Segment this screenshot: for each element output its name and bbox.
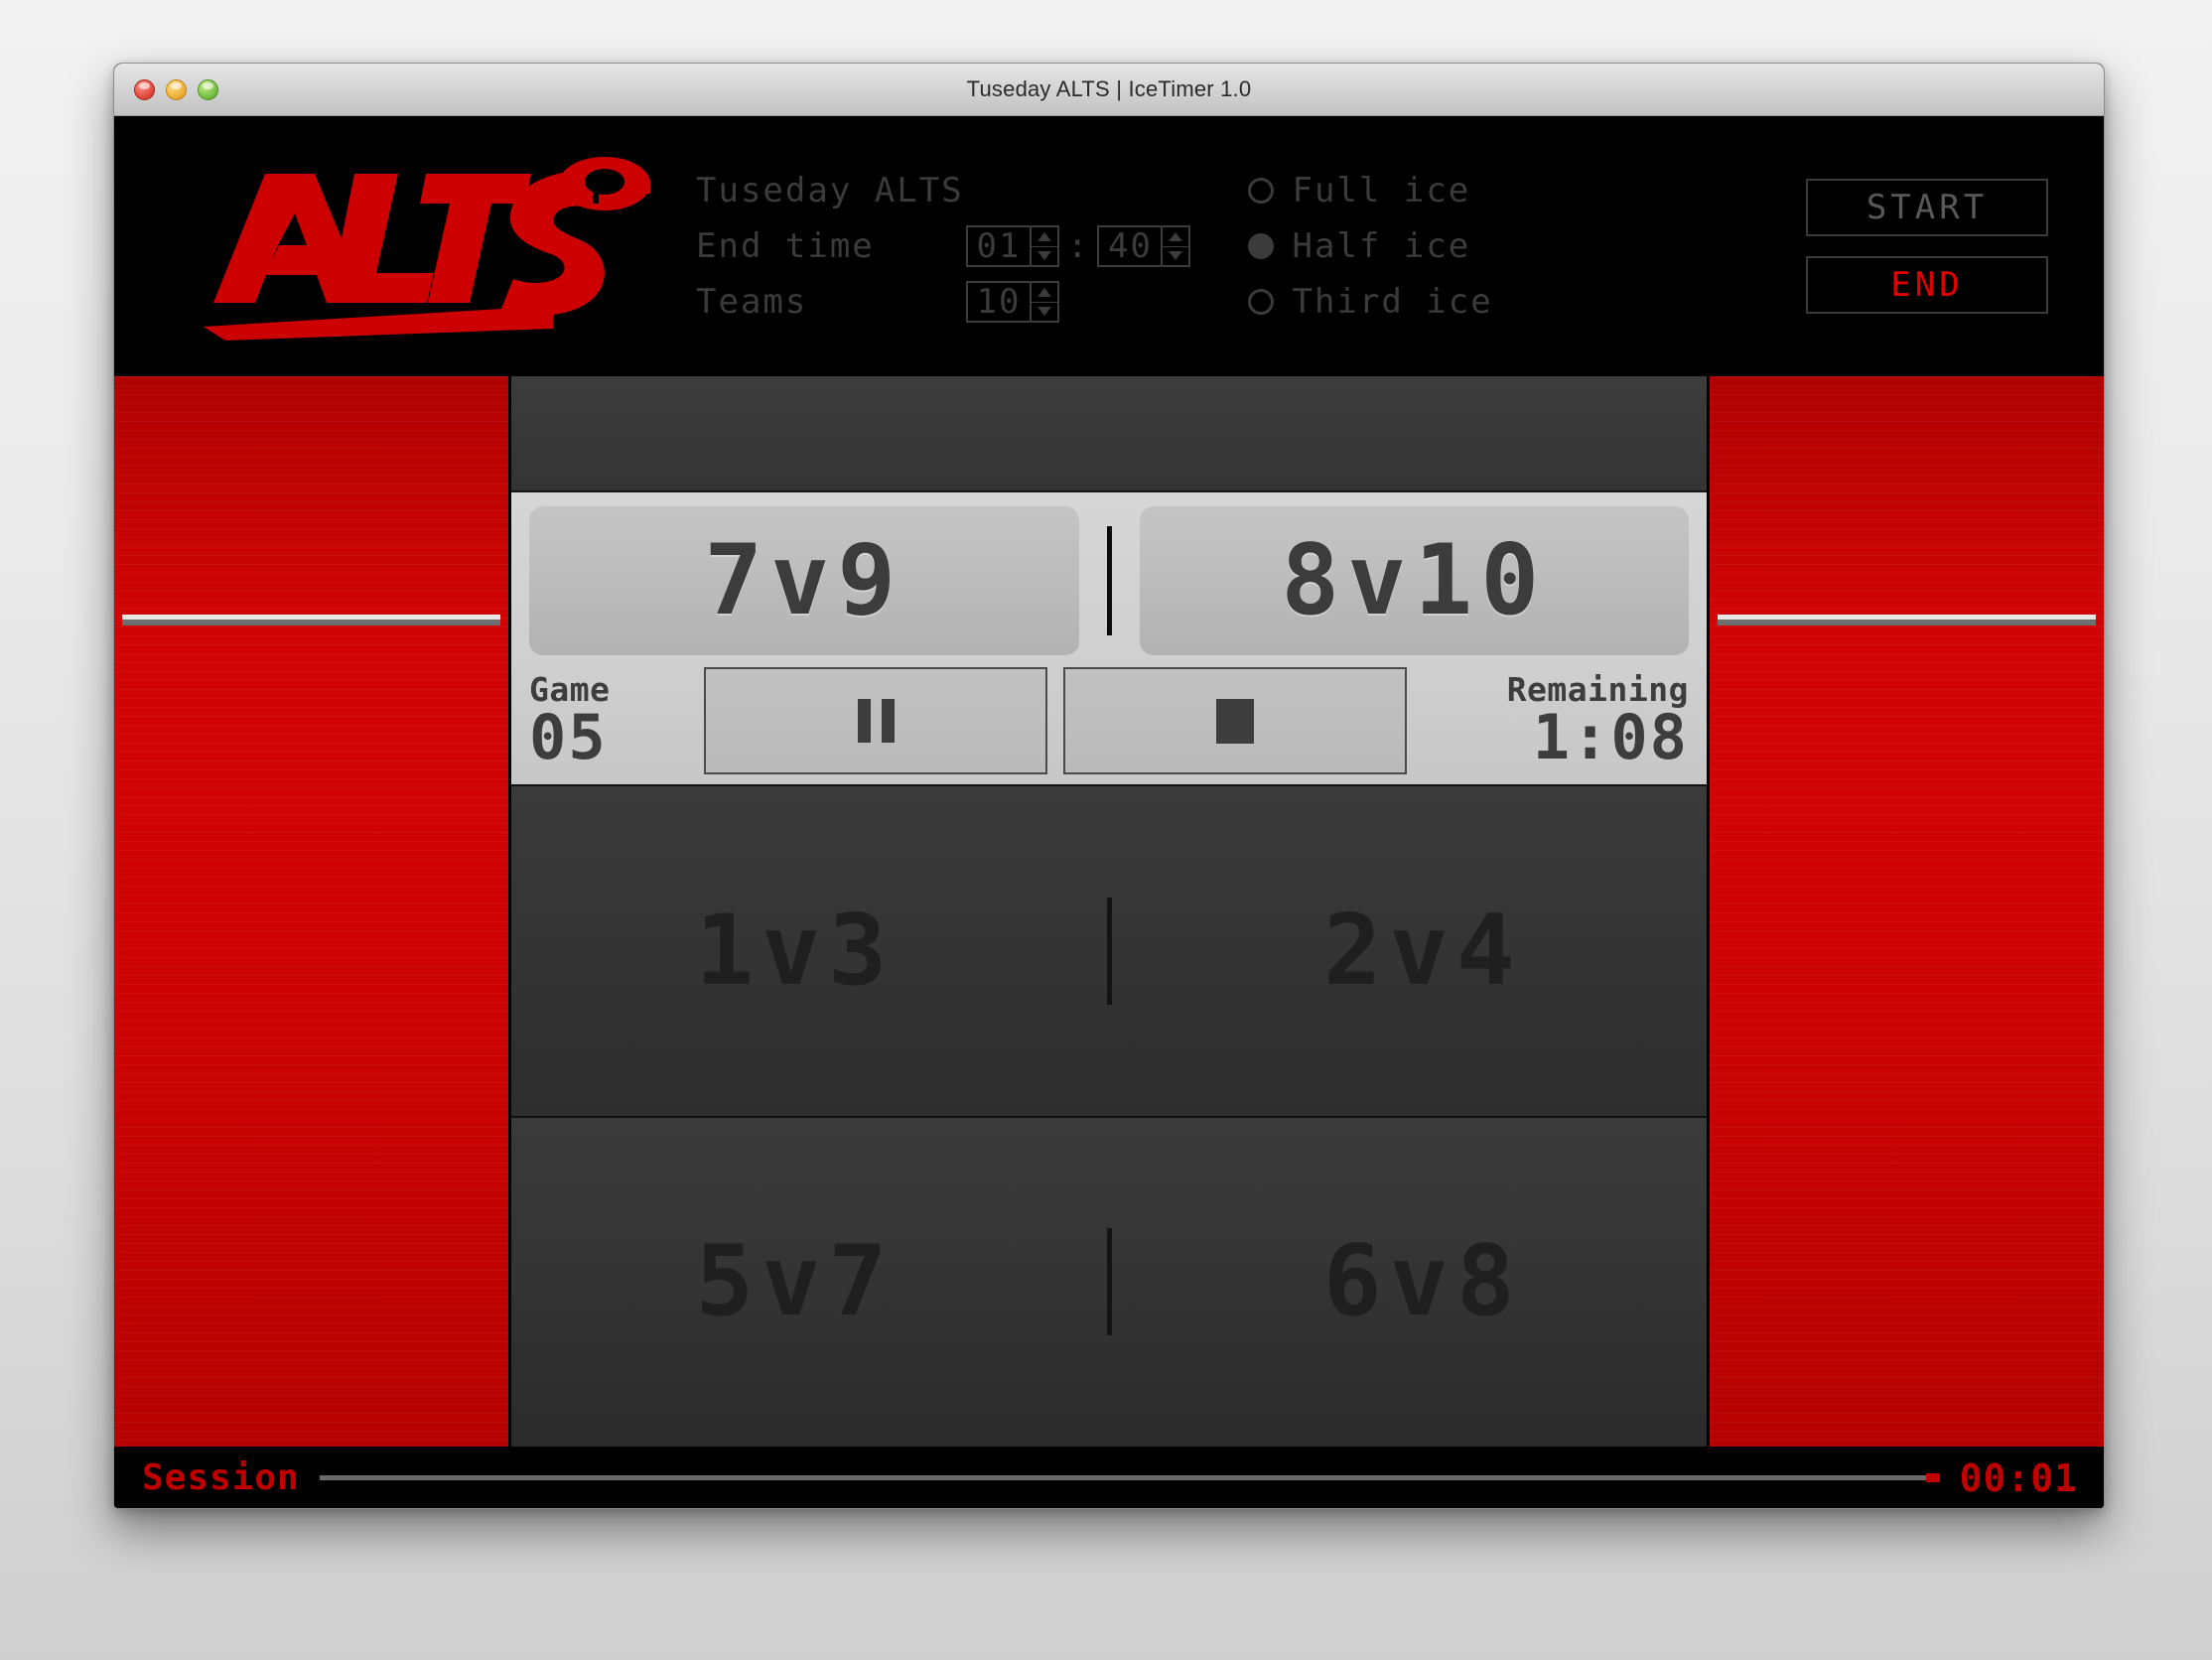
session-name-row: Tuseday ALTS bbox=[696, 163, 1190, 218]
header-actions: START END bbox=[1806, 179, 2048, 314]
match-divider bbox=[1106, 1228, 1112, 1336]
minimize-button[interactable] bbox=[166, 78, 187, 100]
match-divider bbox=[1106, 526, 1112, 635]
session-progress-track[interactable] bbox=[319, 1473, 1940, 1482]
teams-up[interactable] bbox=[1032, 283, 1057, 303]
window-titlebar: Tuseday ALTS | IceTimer 1.0 bbox=[114, 64, 2104, 116]
active-match-row: 7v9 8v10 bbox=[529, 506, 1689, 655]
rink-panel-right bbox=[1707, 376, 2104, 1447]
teams-row: Teams 10 bbox=[696, 274, 1190, 330]
chevron-down-icon bbox=[1169, 251, 1183, 261]
session-progress-knob[interactable] bbox=[1925, 1473, 1940, 1482]
game-counter: Game 05 bbox=[529, 672, 688, 774]
session-name: Tuseday ALTS bbox=[696, 171, 964, 210]
chevron-down-icon bbox=[1037, 307, 1051, 317]
teams-label: Teams bbox=[696, 282, 808, 322]
upcoming-match-1-right[interactable]: 2v4 bbox=[1140, 895, 1708, 1008]
ice-size-radio-group[interactable]: Full ice Half ice Third ice bbox=[1248, 163, 1492, 330]
end-time-minutes-value[interactable]: 40 bbox=[1099, 227, 1161, 265]
window-title: Tuseday ALTS | IceTimer 1.0 bbox=[966, 76, 1252, 101]
end-time-label: End time bbox=[696, 226, 875, 266]
rink-line-left bbox=[122, 615, 500, 625]
teams-arrows[interactable] bbox=[1030, 283, 1057, 321]
chevron-up-icon bbox=[1037, 287, 1051, 297]
end-time-minutes-up[interactable] bbox=[1163, 227, 1189, 247]
active-game-card: 7v9 8v10 Game 05 Remaining 1:08 bbox=[511, 491, 1707, 786]
pause-button[interactable] bbox=[704, 667, 1047, 774]
end-time-hours-up[interactable] bbox=[1032, 227, 1057, 247]
end-time-hours-value[interactable]: 01 bbox=[968, 227, 1030, 265]
zoom-button[interactable] bbox=[198, 78, 218, 100]
teams-stepper[interactable]: 10 bbox=[966, 281, 1059, 323]
app-body: Tuseday ALTS End time 01 : 40 Teams 10 F… bbox=[114, 116, 2104, 1508]
alts-logo bbox=[204, 152, 652, 341]
radio-icon-half-ice[interactable] bbox=[1248, 233, 1275, 259]
end-time-minutes-down[interactable] bbox=[1163, 247, 1188, 266]
remaining-timer: Remaining 1:08 bbox=[1423, 672, 1689, 774]
radio-label-half-ice: Half ice bbox=[1292, 226, 1471, 266]
close-button[interactable] bbox=[134, 78, 155, 100]
chevron-up-icon bbox=[1169, 231, 1183, 241]
schedule-list: 7v9 8v10 Game 05 Remaining 1:08 1v3 2v4 … bbox=[511, 376, 1707, 1447]
upcoming-match-row-2: 5v7 6v8 bbox=[511, 1225, 1707, 1338]
session-progress-bar: Session 00:01 bbox=[114, 1447, 2104, 1508]
rink-line-right bbox=[1718, 615, 2096, 625]
end-time-row: End time 01 : 40 bbox=[696, 218, 1191, 274]
remaining-time: 1:08 bbox=[1532, 701, 1689, 774]
window-controls[interactable] bbox=[134, 64, 218, 115]
radio-label-third-ice: Third ice bbox=[1292, 282, 1493, 322]
session-elapsed-time: 00:01 bbox=[1959, 1455, 2078, 1500]
radio-icon-full-ice[interactable] bbox=[1248, 178, 1275, 204]
end-time-minutes-arrows[interactable] bbox=[1161, 227, 1189, 266]
start-button[interactable]: START bbox=[1806, 179, 2048, 236]
stop-icon bbox=[1216, 698, 1254, 744]
teams-value[interactable]: 10 bbox=[968, 283, 1030, 321]
upcoming-match-2-left[interactable]: 5v7 bbox=[511, 1225, 1079, 1338]
session-settings: Tuseday ALTS End time 01 : 40 Teams 10 bbox=[696, 163, 1191, 330]
end-time-hours-stepper[interactable]: 01 bbox=[966, 225, 1059, 267]
upcoming-match-1-left[interactable]: 1v3 bbox=[511, 895, 1079, 1008]
game-control-row: Game 05 Remaining 1:08 bbox=[529, 667, 1689, 774]
upcoming-game-row-2[interactable]: 5v7 6v8 bbox=[511, 1117, 1707, 1447]
upcoming-match-row-1: 1v3 2v4 bbox=[511, 895, 1707, 1008]
upcoming-game-row-1[interactable]: 1v3 2v4 bbox=[511, 786, 1707, 1118]
app-window: Tuseday ALTS | IceTimer 1.0 Tuseday ALTS… bbox=[113, 63, 2105, 1509]
stop-button[interactable] bbox=[1063, 667, 1407, 774]
app-header: Tuseday ALTS End time 01 : 40 Teams 10 F… bbox=[114, 116, 2104, 376]
radio-option-third-ice[interactable]: Third ice bbox=[1248, 274, 1492, 330]
chevron-down-icon bbox=[1037, 251, 1051, 261]
radio-icon-third-ice[interactable] bbox=[1248, 289, 1275, 315]
schedule-top-spacer bbox=[511, 376, 1707, 491]
active-match-left[interactable]: 7v9 bbox=[529, 506, 1079, 655]
chevron-up-icon bbox=[1037, 231, 1051, 241]
session-label: Session bbox=[142, 1457, 300, 1498]
teams-down[interactable] bbox=[1032, 303, 1057, 322]
radio-label-full-ice: Full ice bbox=[1292, 171, 1471, 210]
game-number: 05 bbox=[529, 701, 608, 774]
end-button[interactable]: END bbox=[1806, 256, 2048, 314]
radio-option-full-ice[interactable]: Full ice bbox=[1248, 163, 1492, 218]
main-area: 7v9 8v10 Game 05 Remaining 1:08 1v3 2v4 … bbox=[114, 376, 2104, 1447]
radio-option-half-ice[interactable]: Half ice bbox=[1248, 218, 1492, 274]
active-match-right[interactable]: 8v10 bbox=[1139, 506, 1689, 655]
upcoming-match-2-right[interactable]: 6v8 bbox=[1140, 1225, 1708, 1338]
pause-icon bbox=[857, 699, 895, 743]
match-divider bbox=[1106, 897, 1112, 1005]
end-time-hours-down[interactable] bbox=[1032, 247, 1057, 266]
time-separator: : bbox=[1067, 226, 1090, 266]
rink-panel-left bbox=[114, 376, 511, 1447]
end-time-hours-arrows[interactable] bbox=[1030, 227, 1057, 265]
end-time-minutes-stepper[interactable]: 40 bbox=[1097, 225, 1191, 267]
